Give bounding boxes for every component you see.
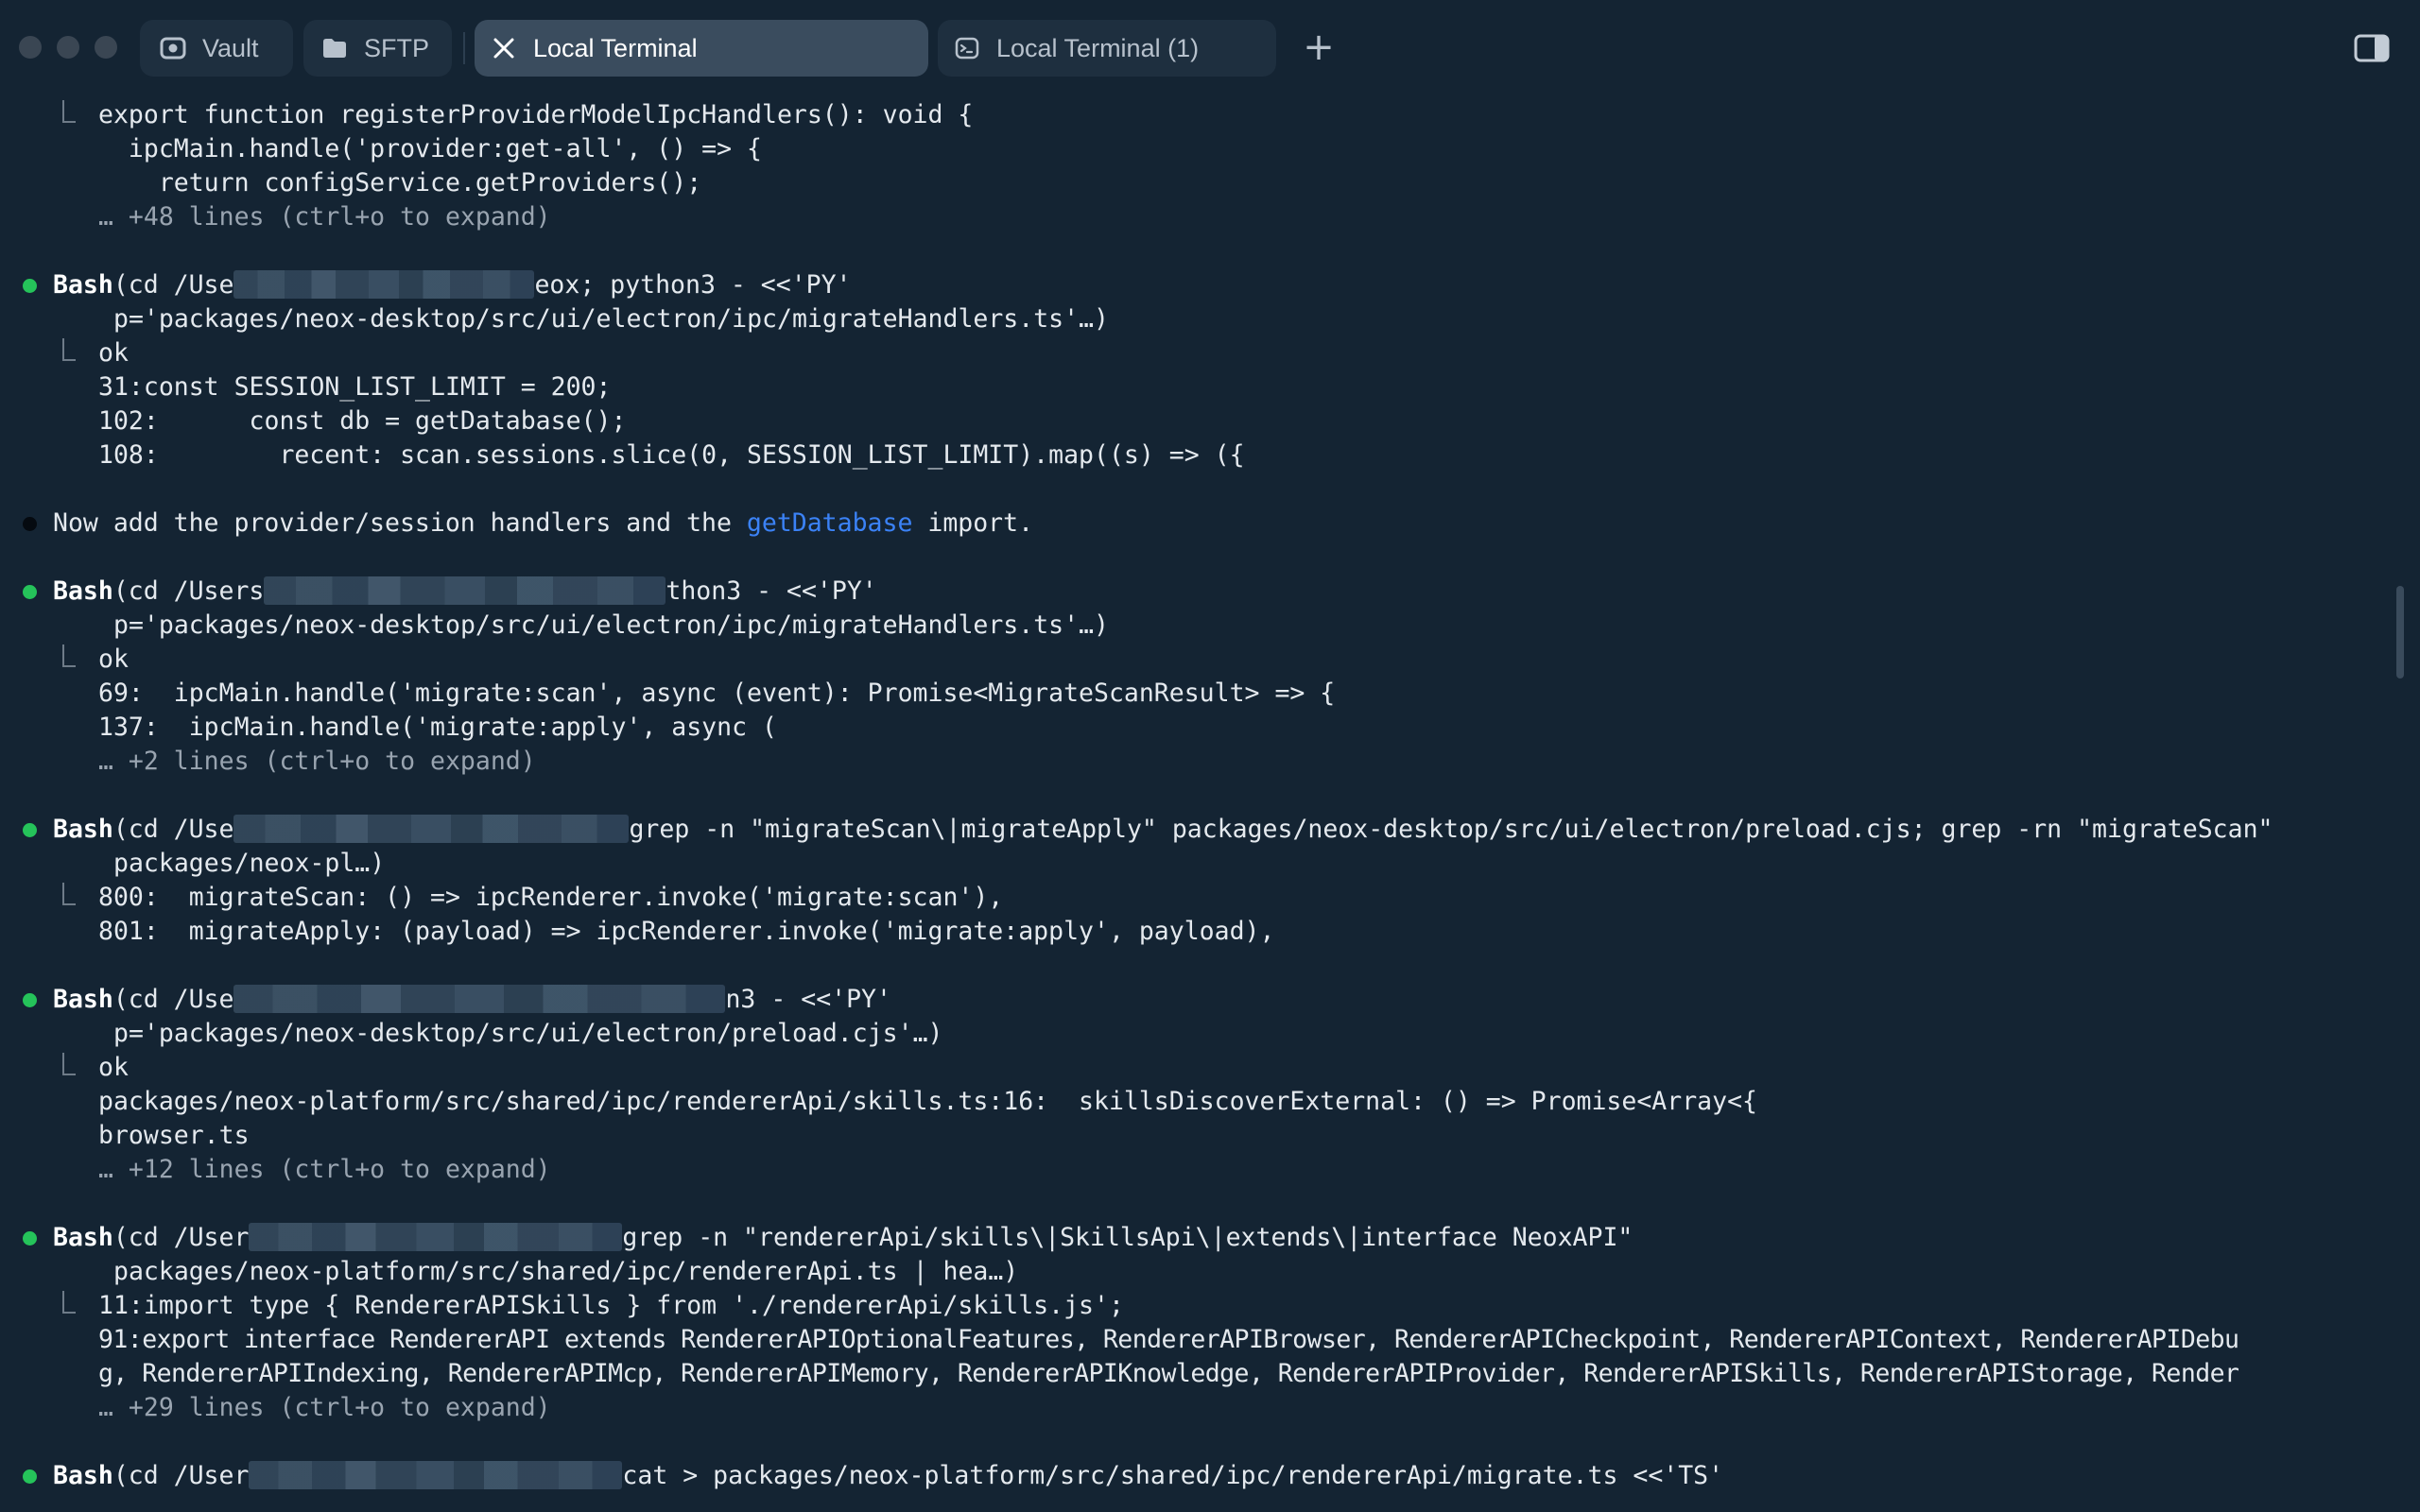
output-connector — [62, 1291, 76, 1314]
command-end: thon3 - <<'PY' — [666, 576, 877, 606]
output-line: 91:export interface RendererAPI extends … — [98, 1325, 2239, 1354]
tool-call-line: Bash(cd /User grep -n "rendererApi/skills… — [53, 1221, 1633, 1255]
new-tab-button[interactable]: + — [1299, 28, 1339, 68]
expand-hint[interactable]: … +12 lines (ctrl+o to expand) — [98, 1153, 551, 1187]
output-line: g, RendererAPIIndexing, RendererAPIMcp, … — [98, 1359, 2239, 1388]
close-window-button[interactable] — [19, 36, 42, 59]
success-bullet — [23, 823, 37, 837]
tool-name: Bash — [53, 985, 113, 1014]
output-line: 102: const db = getDatabase(); — [98, 406, 627, 436]
tab-label: SFTP — [364, 33, 430, 62]
output-connector — [62, 1053, 76, 1075]
tool-call-line: Bash(cd /Use eox; python3 - <<'PY' — [53, 268, 852, 302]
expand-hint[interactable]: … +2 lines (ctrl+o to expand) — [98, 745, 536, 779]
vault-icon — [157, 32, 189, 64]
output-line: ok — [98, 1053, 129, 1082]
tool-call-line: Bash(cd /Use n3 - <<'PY' — [53, 983, 891, 1017]
success-bullet — [23, 585, 37, 599]
tool-call-line: Bash(cd /Use grep -n "migrateScan\|migrat… — [53, 813, 2273, 847]
tab-label: Local Terminal — [533, 33, 698, 62]
tool-call-continuation: packages/neox-pl…) — [113, 849, 386, 878]
success-bullet — [23, 1469, 37, 1484]
message-text: Now add the provider/session handlers an… — [53, 508, 747, 538]
output-line: 800: migrateScan: () => ipcRenderer.invo… — [98, 883, 1004, 912]
output-line: 108: recent: scan.sessions.slice(0, SESS… — [98, 440, 1245, 470]
plus-icon: + — [1303, 26, 1335, 69]
expand-hint[interactable]: … +48 lines (ctrl+o to expand) — [98, 200, 551, 234]
output-line: 11:import type { RendererAPISkills } fro… — [98, 1291, 1124, 1320]
tool-call-continuation: p='packages/neox-desktop/src/ui/electron… — [113, 610, 1109, 640]
command-end: cat > packages/neox-platform/src/shared/… — [622, 1461, 1724, 1490]
tool-call-line: Bash(cd /User cat > packages/neox-platfor… — [53, 1459, 1723, 1493]
output-line: packages/neox-platform/src/shared/ipc/re… — [98, 1087, 1757, 1116]
tool-call-continuation: p='packages/neox-desktop/src/ui/electron… — [113, 1019, 943, 1048]
tab-bar: Vault SFTP Local Terminal Local Terminal… — [0, 0, 2420, 98]
folder-icon — [319, 32, 351, 64]
command-end: eox; python3 - <<'PY' — [534, 270, 852, 300]
sidebar-toggle-button[interactable] — [2354, 34, 2390, 62]
tab-label: Vault — [202, 33, 259, 62]
message-bullet — [23, 517, 37, 531]
expand-hint[interactable]: … +29 lines (ctrl+o to expand) — [98, 1391, 551, 1425]
command-start: (cd /Use — [112, 270, 234, 300]
redacted-path — [249, 1461, 623, 1489]
output-connector — [62, 644, 76, 667]
command-end: n3 - <<'PY' — [725, 985, 891, 1014]
redacted-path — [233, 815, 630, 843]
redacted-path — [264, 576, 666, 605]
command-start: (cd /Use — [112, 815, 234, 844]
close-icon[interactable] — [488, 32, 520, 64]
success-bullet — [23, 1231, 37, 1246]
output-line: 137: ipcMain.handle('migrate:apply', asy… — [98, 713, 777, 742]
tool-call-continuation: p='packages/neox-desktop/src/ui/electron… — [113, 304, 1109, 334]
sidebar-icon — [2354, 34, 2390, 62]
terminal-icon — [951, 32, 983, 64]
tool-name: Bash — [53, 270, 113, 300]
tool-name: Bash — [53, 1223, 113, 1252]
output-connector — [62, 100, 76, 123]
output-line: ipcMain.handle('provider:get-all', () =>… — [98, 134, 762, 163]
command-start: (cd /User — [112, 1223, 250, 1252]
terminal-window: Vault SFTP Local Terminal Local Terminal… — [0, 0, 2420, 1512]
redacted-path — [233, 270, 535, 299]
redacted-path — [233, 985, 726, 1013]
zoom-window-button[interactable] — [95, 36, 117, 59]
tool-name: Bash — [53, 1461, 113, 1490]
minimize-window-button[interactable] — [57, 36, 79, 59]
tool-call-line: Bash(cd /Users thon3 - <<'PY' — [53, 575, 877, 609]
tab-local-terminal-1[interactable]: Local Terminal (1) — [938, 20, 1276, 77]
message-text: import. — [912, 508, 1034, 538]
tab-vault[interactable]: Vault — [140, 20, 293, 77]
tab-divider — [463, 32, 465, 64]
output-line: 69: ipcMain.handle('migrate:scan', async… — [98, 679, 1336, 708]
output-line: export function registerProviderModelIpc… — [98, 100, 974, 129]
success-bullet — [23, 279, 37, 293]
output-line: ok — [98, 644, 129, 674]
assistant-message: Now add the provider/session handlers an… — [53, 507, 1033, 541]
output-line: ok — [98, 338, 129, 368]
output-line: browser.ts — [98, 1121, 250, 1150]
tool-name: Bash — [53, 576, 113, 606]
command-start: (cd /Use — [112, 985, 234, 1014]
command-start: (cd /User — [112, 1461, 250, 1490]
output-connector — [62, 883, 76, 905]
output-line: 31:const SESSION_LIST_LIMIT = 200; — [98, 372, 612, 402]
command-end: grep -n "migrateScan\|migrateApply" pack… — [629, 815, 2273, 844]
command-start: (cd /Users — [112, 576, 265, 606]
command-end: grep -n "rendererApi/skills\|SkillsApi\|… — [622, 1223, 1634, 1252]
output-line: 801: migrateApply: (payload) => ipcRende… — [98, 917, 1275, 946]
tab-local-terminal[interactable]: Local Terminal — [475, 20, 928, 77]
output-line: return configService.getProviders(); — [98, 168, 702, 198]
tab-sftp[interactable]: SFTP — [303, 20, 452, 77]
tab-label: Local Terminal (1) — [996, 33, 1200, 62]
terminal-output[interactable]: export function registerProviderModelIpc… — [0, 98, 2392, 1512]
scrollbar-thumb[interactable] — [2396, 586, 2404, 679]
tool-call-continuation: packages/neox-platform/src/shared/ipc/re… — [113, 1257, 1019, 1286]
tool-name: Bash — [53, 815, 113, 844]
terminal-scrollbar[interactable] — [2394, 98, 2407, 1512]
output-connector — [62, 338, 76, 361]
redacted-path — [249, 1223, 623, 1251]
success-bullet — [23, 993, 37, 1007]
code-reference-link[interactable]: getDatabase — [747, 508, 913, 538]
